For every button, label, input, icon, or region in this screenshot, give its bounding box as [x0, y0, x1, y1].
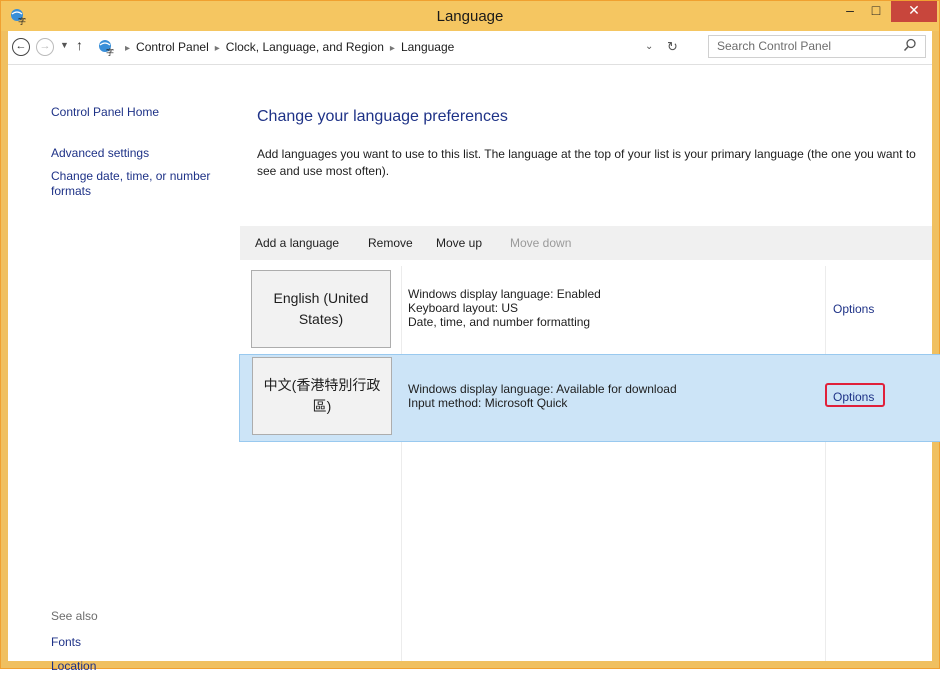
advanced-settings-link[interactable]: Advanced settings	[51, 146, 149, 161]
breadcrumb-language[interactable]: Language	[401, 40, 454, 54]
left-pane: Control Panel Home Advanced settings Cha…	[8, 65, 238, 673]
options-link[interactable]: Options	[833, 302, 874, 316]
refresh-icon[interactable]: ↻	[667, 39, 678, 55]
fonts-link[interactable]: Fonts	[51, 635, 81, 650]
control-panel-home-link[interactable]: Control Panel Home	[51, 105, 159, 120]
up-button[interactable]: ↑	[76, 37, 83, 53]
move-down-button: Move down	[510, 236, 572, 250]
address-bar: ← → ▼ ↑ 字 ▸ Control Panel ▸ Clock, Language…	[8, 31, 932, 65]
language-row-chinese-hk[interactable]: 中文(香港特別行政區) Windows display language: Av…	[239, 354, 940, 442]
forward-button[interactable]: →	[36, 38, 54, 56]
minimize-button[interactable]: –	[837, 1, 863, 22]
breadcrumb-separator-icon: ▸	[214, 43, 220, 54]
language-info-line: Date, time, and number formatting	[408, 315, 591, 329]
window-title: Language	[436, 8, 504, 25]
language-toolbar: Add a language Remove Move up Move down	[240, 226, 932, 260]
title-bar[interactable]: 字 Language – □ ✕	[1, 1, 939, 31]
language-list: English (United States) Windows display …	[239, 266, 940, 661]
add-language-button[interactable]: Add a language	[255, 236, 339, 250]
breadcrumb-separator-icon: ▸	[125, 43, 131, 54]
language-info: Windows display language: Enabled Keyboa…	[408, 287, 601, 329]
search-box[interactable]	[708, 35, 926, 58]
language-window: 字 Language – □ ✕ ← → ▼ ↑ 字 ▸ Control Pane…	[0, 0, 940, 673]
see-also-label: See also	[51, 609, 98, 623]
language-info-line: Keyboard layout: US	[408, 301, 519, 315]
language-row-english[interactable]: English (United States) Windows display …	[240, 266, 940, 352]
language-info-line: Windows display language: Enabled	[408, 287, 601, 301]
svg-text:字: 字	[106, 47, 114, 56]
highlight-annotation	[825, 383, 885, 407]
language-info-line: Windows display language: Available for …	[408, 382, 677, 396]
location-link[interactable]: Location	[51, 659, 96, 674]
maximize-button[interactable]: □	[863, 1, 889, 22]
language-info: Windows display language: Available for …	[408, 382, 677, 410]
recent-pages-dropdown[interactable]: ▼	[60, 40, 69, 50]
language-info-line: Input method: Microsoft Quick	[408, 396, 568, 410]
chevron-down-icon[interactable]: ⌄	[645, 41, 653, 52]
search-icon[interactable]	[903, 38, 917, 52]
main-pane: Change your language preferences Add lan…	[239, 65, 940, 661]
change-date-formats-link[interactable]: Change date, time, or number formats	[51, 169, 231, 199]
breadcrumb-control-panel[interactable]: Control Panel	[136, 40, 209, 54]
breadcrumb-clock-language-region[interactable]: Clock, Language, and Region	[226, 40, 384, 54]
close-button[interactable]: ✕	[891, 1, 937, 22]
page-title: Change your language preferences	[257, 108, 508, 125]
breadcrumb-separator-icon: ▸	[389, 43, 395, 54]
page-description: Add languages you want to use to this li…	[257, 147, 916, 178]
back-button[interactable]: ←	[12, 38, 30, 56]
window-content: ← → ▼ ↑ 字 ▸ Control Panel ▸ Clock, Language…	[8, 31, 940, 673]
move-up-button[interactable]: Move up	[436, 236, 482, 250]
control-panel-icon: 字	[99, 40, 114, 56]
breadcrumb: ▸ Control Panel ▸ Clock, Language, and Regi…	[119, 40, 454, 54]
remove-button[interactable]: Remove	[368, 236, 413, 250]
language-tile[interactable]: English (United States)	[251, 270, 391, 348]
language-tile[interactable]: 中文(香港特別行政區)	[252, 357, 392, 435]
search-input[interactable]	[709, 36, 897, 55]
address-path[interactable]: 字 ▸ Control Panel ▸ Clock, Language, and Re…	[94, 35, 690, 59]
